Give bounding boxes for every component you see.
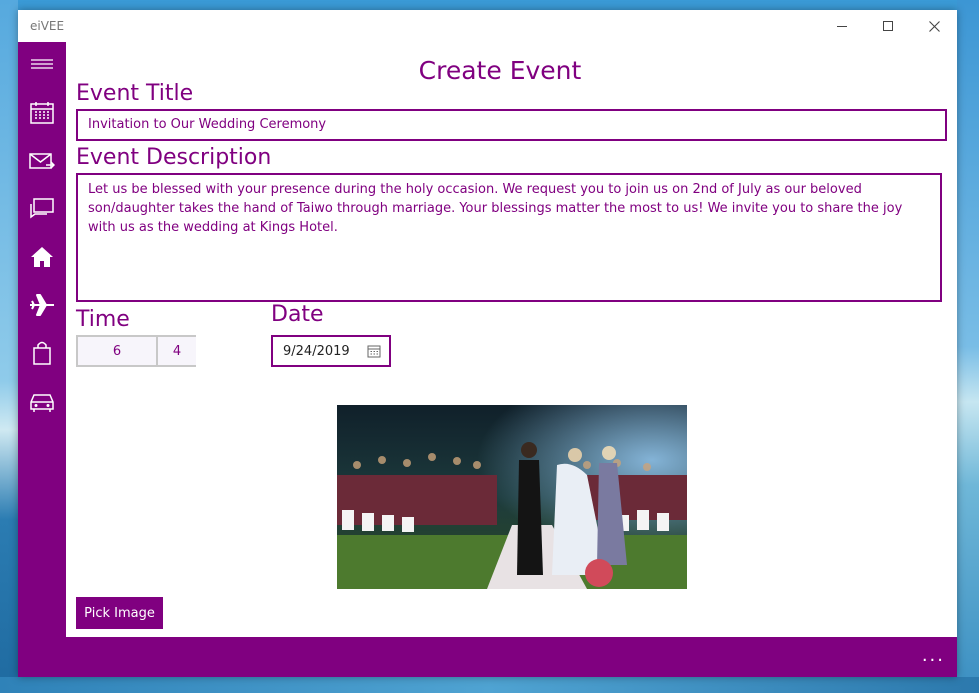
- time-hour-value: 6: [112, 343, 122, 359]
- close-button[interactable]: [911, 10, 957, 42]
- wedding-photo: [337, 405, 687, 589]
- car-icon: [30, 394, 54, 412]
- mail-icon: [29, 153, 55, 169]
- minimize-icon: [837, 25, 847, 27]
- more-options-button[interactable]: ...: [922, 645, 945, 666]
- nav-item-home[interactable]: [18, 235, 66, 279]
- chat-icon: [30, 198, 54, 219]
- shopping-bag-icon: [33, 341, 51, 365]
- event-description-value: Let us be blessed with your presence dur…: [88, 182, 903, 235]
- nav-item-shopping[interactable]: [18, 331, 66, 375]
- desktop-background-left: [0, 0, 18, 693]
- event-title-label: Event Title: [76, 81, 194, 106]
- time-label: Time: [76, 307, 130, 332]
- calendar-icon: [30, 102, 54, 124]
- app-title: eiVEE: [30, 19, 65, 33]
- desktop-background-right: [957, 0, 979, 693]
- nav-item-car[interactable]: [18, 379, 66, 423]
- command-bar: ...: [18, 637, 957, 677]
- minimize-button[interactable]: [819, 10, 865, 42]
- nav-item-calendar[interactable]: [18, 91, 66, 135]
- desktop-background-bottom: [0, 677, 979, 693]
- event-title-input[interactable]: Invitation to Our Wedding Ceremony: [76, 109, 947, 141]
- home-icon: [31, 247, 53, 267]
- event-description-label: Event Description: [76, 145, 272, 170]
- date-label: Date: [271, 302, 324, 327]
- maximize-button[interactable]: [865, 10, 911, 42]
- page-title: Create Event: [418, 56, 582, 85]
- calendar-icon: [367, 345, 381, 358]
- time-hour-picker[interactable]: 6: [76, 335, 158, 367]
- date-value: 9/24/2019: [283, 343, 350, 359]
- hamburger-icon: [31, 59, 53, 69]
- maximize-icon: [883, 21, 893, 31]
- date-picker[interactable]: 9/24/2019: [271, 335, 391, 367]
- event-title-value: Invitation to Our Wedding Ceremony: [88, 117, 327, 132]
- event-description-input[interactable]: Let us be blessed with your presence dur…: [76, 173, 942, 302]
- hamburger-menu-button[interactable]: [18, 43, 66, 87]
- pick-image-button[interactable]: Pick Image: [76, 597, 163, 629]
- airplane-icon: [30, 294, 54, 316]
- nav-sidebar: [18, 42, 66, 637]
- close-icon: [928, 20, 940, 32]
- time-minute-value: 4: [172, 343, 182, 359]
- nav-item-chat[interactable]: [18, 187, 66, 231]
- time-minute-picker[interactable]: 4: [156, 335, 196, 367]
- create-event-page: Create Event Event Title Invitation to O…: [66, 42, 957, 637]
- app-window: eiVEE Create Event Event Title Invitatio…: [18, 10, 957, 677]
- nav-item-mail[interactable]: [18, 139, 66, 183]
- nav-item-travel[interactable]: [18, 283, 66, 327]
- title-bar[interactable]: eiVEE: [18, 10, 957, 42]
- event-image: [337, 405, 687, 589]
